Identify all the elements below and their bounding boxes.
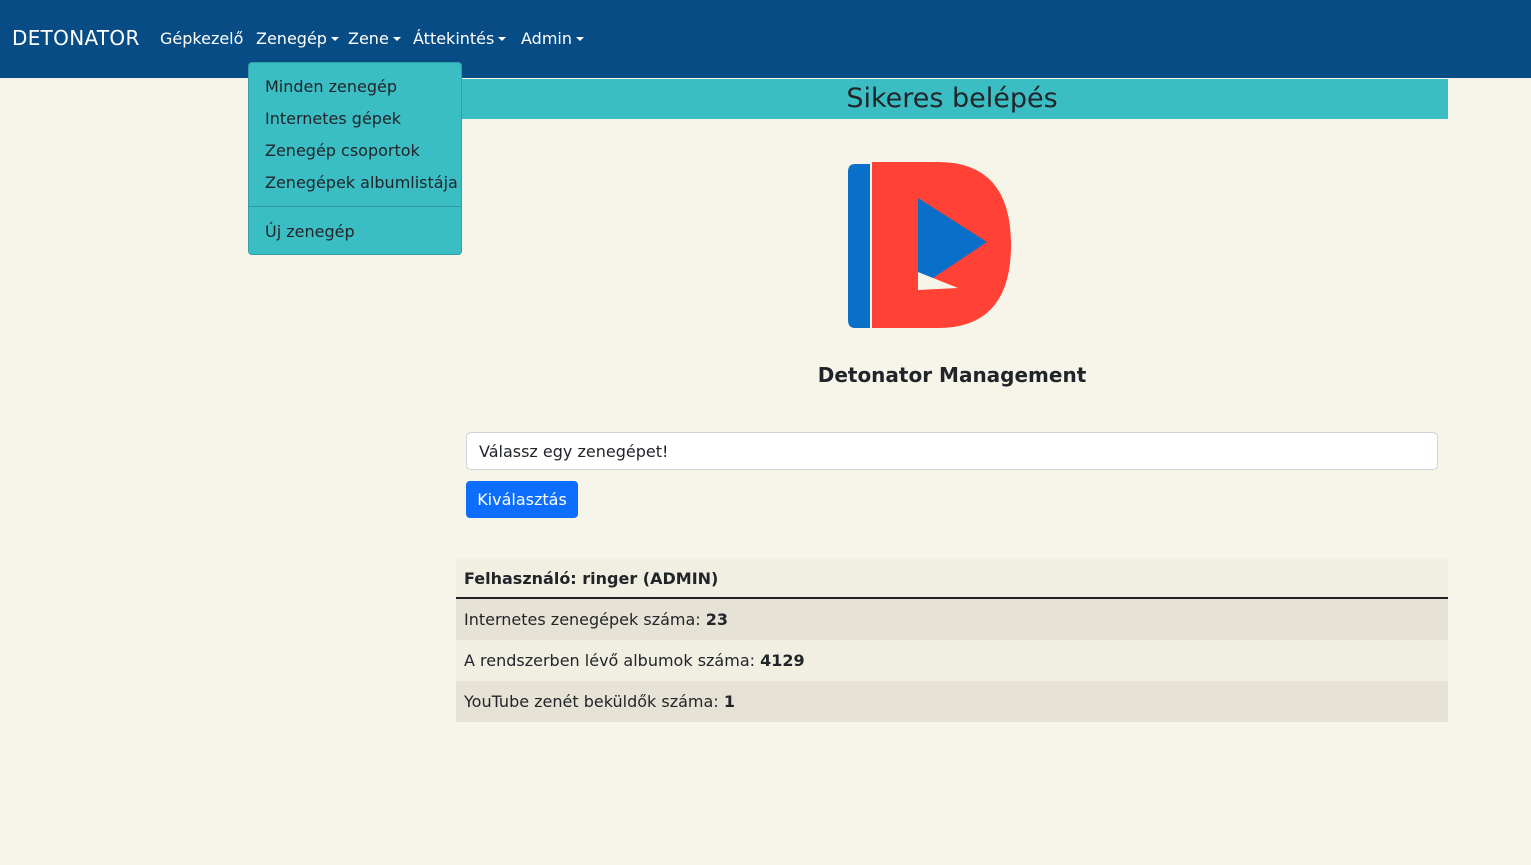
page-title: Sikeres belépés	[846, 83, 1058, 114]
nav-item-zenegep[interactable]: Zenegép	[256, 29, 339, 48]
stat-label: Internetes zenegépek száma:	[464, 610, 701, 629]
table-row: Internetes zenegépek száma: 23	[456, 599, 1448, 640]
stat-label: YouTube zenét beküldők száma:	[464, 692, 719, 711]
user-label: Felhasználó: ringer (ADMIN)	[464, 569, 719, 588]
dropdown-item-album-lists[interactable]: Zenegépek albumlistája	[265, 173, 458, 192]
top-navbar: DETONATOR Gépkezelő Zenegép Zene Áttekin…	[0, 0, 1531, 78]
dropdown-item-internet-machines[interactable]: Internetes gépek	[265, 109, 401, 128]
dropdown-item-new-jukebox[interactable]: Új zenegép	[265, 222, 355, 241]
nav-item-label: Áttekintés	[413, 29, 495, 48]
nav-item-label: Zene	[348, 29, 389, 48]
zenegep-dropdown-menu: Minden zenegép Internetes gépek Zenegép …	[248, 62, 462, 255]
detonator-logo-icon	[848, 162, 1011, 328]
nav-item-gepkezelo[interactable]: Gépkezelő	[160, 29, 243, 48]
dropdown-item-all-jukeboxes[interactable]: Minden zenegép	[265, 77, 397, 96]
caret-down-icon	[330, 37, 339, 41]
nav-item-zene[interactable]: Zene	[348, 29, 401, 48]
caret-down-icon	[392, 37, 401, 41]
page-header-band: Sikeres belépés	[456, 79, 1448, 119]
stats-table: Felhasználó: ringer (ADMIN) Internetes z…	[456, 558, 1448, 722]
dropdown-item-jukebox-groups[interactable]: Zenegép csoportok	[265, 141, 420, 160]
nav-item-label: Gépkezelő	[160, 29, 244, 48]
caret-down-icon	[498, 37, 507, 41]
nav-item-admin[interactable]: Admin	[521, 29, 584, 48]
nav-item-label: Zenegép	[256, 29, 327, 48]
stat-value: 4129	[760, 651, 805, 670]
select-value: Válassz egy zenegépet!	[479, 442, 669, 461]
nav-item-attekintes[interactable]: Áttekintés	[413, 29, 507, 48]
brand-logo-text[interactable]: DETONATOR	[12, 26, 140, 50]
stat-value: 1	[723, 692, 735, 711]
caret-down-icon	[576, 37, 584, 41]
jukebox-select[interactable]: Válassz egy zenegépet!	[466, 432, 1438, 470]
nav-item-label: Admin	[521, 29, 572, 48]
select-button[interactable]: Kiválasztás	[466, 481, 578, 518]
user-info-row: Felhasználó: ringer (ADMIN)	[456, 558, 1448, 599]
table-row: A rendszerben lévő albumok száma: 4129	[456, 640, 1448, 681]
stat-value: 23	[705, 610, 729, 629]
dropdown-divider	[249, 206, 461, 207]
stat-label: A rendszerben lévő albumok száma:	[464, 651, 756, 670]
app-subtitle: Detonator Management	[817, 363, 1087, 387]
table-row: YouTube zenét beküldők száma: 1	[456, 681, 1448, 722]
